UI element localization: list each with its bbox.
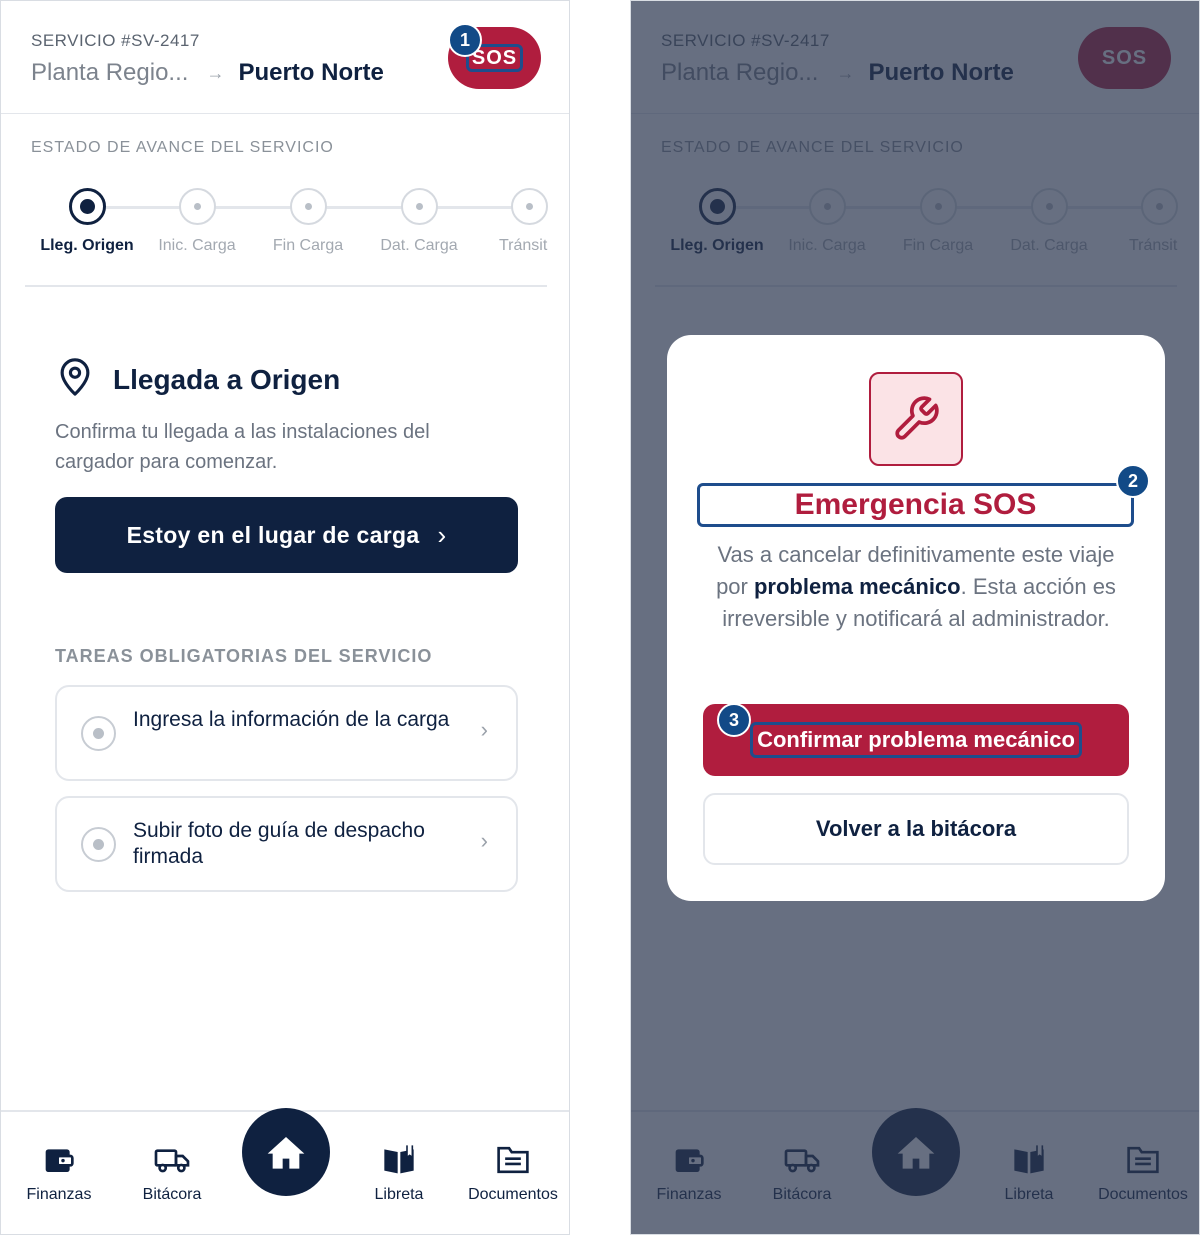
step-label: Inic. Carga xyxy=(158,237,236,254)
radio-icon xyxy=(81,827,116,862)
location-pin-icon xyxy=(57,357,93,402)
task-title: Llegada a Origen xyxy=(113,363,341,395)
required-task-upload-photo[interactable]: Subir foto de guía de despacho firmada › xyxy=(55,796,518,892)
step-inic-carga[interactable]: Inic. Carga xyxy=(142,188,252,255)
task-description: Confirma tu llegada a las instalaciones … xyxy=(55,421,430,473)
step-dat-carga[interactable]: Dat. Carga xyxy=(364,188,474,255)
nav-label: Finanzas xyxy=(26,1186,92,1203)
nav-bitacora[interactable]: Bitácora xyxy=(117,1142,227,1204)
step-dot-icon xyxy=(178,188,216,225)
service-header: SERVICIO #SV-2417 Planta Regio... → Puer… xyxy=(1,1,569,114)
step-lleg-origen[interactable]: Lleg. Origen xyxy=(32,188,142,255)
wrench-icon xyxy=(869,372,963,466)
required-task-cargo-info[interactable]: Ingresa la información de la carga › xyxy=(55,685,518,781)
service-id: SERVICIO #SV-2417 xyxy=(31,31,200,50)
step-dot-icon xyxy=(510,188,548,225)
arrived-button-label: Estoy en el lugar de carga xyxy=(126,521,420,548)
step-label: Lleg. Origen xyxy=(40,237,134,254)
route-breadcrumb: Planta Regio... → Puerto Norte xyxy=(31,59,384,87)
step-dot-icon xyxy=(68,188,106,225)
back-to-log-button[interactable]: Volver a la bitácora xyxy=(703,793,1129,865)
divider xyxy=(25,285,547,287)
step-dot-icon xyxy=(289,188,327,225)
step-label: Tránsit xyxy=(499,237,548,254)
step-fin-carga[interactable]: Fin Carga xyxy=(253,188,363,255)
arrived-at-loading-button[interactable]: Estoy en el lugar de carga › xyxy=(55,497,518,573)
documents-icon xyxy=(458,1142,568,1178)
nav-label: Libreta xyxy=(374,1186,424,1203)
required-task-label: Ingresa la información de la carga xyxy=(133,708,450,731)
chevron-right-icon: › xyxy=(480,717,488,742)
nav-documentos[interactable]: Documentos xyxy=(458,1142,568,1204)
required-task-label: Subir foto de guía de despacho firmada xyxy=(133,819,425,868)
nav-label: Bitácora xyxy=(142,1186,202,1203)
wallet-icon xyxy=(4,1142,114,1178)
home-button[interactable] xyxy=(242,1108,330,1196)
step-marker-2: 2 xyxy=(1116,464,1150,498)
nav-label: Documentos xyxy=(468,1186,558,1203)
route-origin: Planta Regio... xyxy=(31,59,189,86)
progress-section-label: ESTADO DE AVANCE DEL SERVICIO xyxy=(31,139,334,156)
step-label: Fin Carga xyxy=(272,237,344,254)
sos-confirm-dialog: Emergencia SOS 2 Vas a cancelar definiti… xyxy=(667,335,1165,901)
required-tasks-label: TAREAS OBLIGATORIAS DEL SERVICIO xyxy=(55,646,433,666)
step-transito[interactable]: Tránsit xyxy=(497,188,561,255)
back-button-label: Volver a la bitácora xyxy=(815,816,1017,841)
truck-icon xyxy=(117,1142,227,1178)
dialog-message-emphasis: problema mecánico xyxy=(753,574,961,599)
step-dot-icon xyxy=(400,188,438,225)
nav-finanzas[interactable]: Finanzas xyxy=(4,1142,114,1204)
chevron-right-icon: › xyxy=(480,828,488,853)
chevron-right-icon: › xyxy=(437,519,447,550)
book-icon xyxy=(344,1142,454,1178)
bottom-navigation: Finanzas Bitácora Libreta Documentos xyxy=(1,1108,569,1234)
confirm-mechanical-problem-button[interactable]: Confirmar problema mecánico xyxy=(703,704,1129,776)
step-label: Dat. Carga xyxy=(380,237,458,254)
task-header: Llegada a Origen xyxy=(57,357,340,402)
dialog-message: Vas a cancelar definitivamente este viaj… xyxy=(709,539,1123,635)
step-marker-3: 3 xyxy=(717,703,751,737)
dialog-title: Emergencia SOS xyxy=(697,483,1134,527)
route-destination: Puerto Norte xyxy=(238,59,384,86)
arrow-right-icon: → xyxy=(206,62,225,83)
nav-libreta[interactable]: Libreta xyxy=(344,1142,454,1204)
service-screen: SERVICIO #SV-2417 Planta Regio... → Puer… xyxy=(0,0,570,1235)
radio-icon xyxy=(81,716,116,751)
confirm-button-label: Confirmar problema mecánico xyxy=(750,722,1082,758)
step-marker-1: 1 xyxy=(448,23,482,57)
home-icon xyxy=(267,1137,305,1169)
service-screen-with-sos-modal: SERVICIO #SV-2417 Planta Regio... → Puer… xyxy=(630,0,1200,1235)
